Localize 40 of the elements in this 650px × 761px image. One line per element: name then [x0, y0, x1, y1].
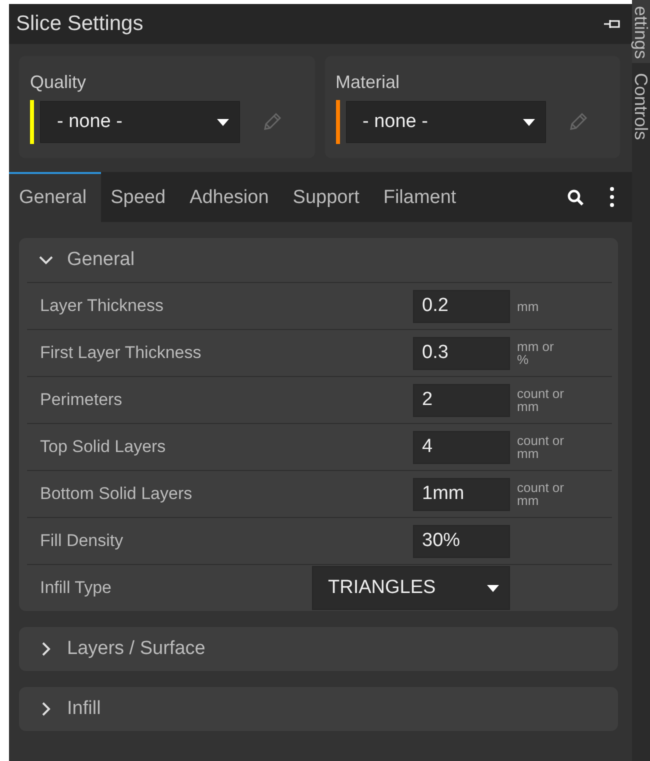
section-header[interactable]: Infill [27, 687, 612, 731]
setting-label: Infill Type [40, 578, 113, 598]
setting-input[interactable]: 2 [413, 384, 510, 416]
more-icon[interactable] [610, 187, 614, 207]
preset-label: Quality [30, 72, 88, 93]
preset-label: Material [336, 72, 401, 93]
caret-icon [487, 584, 499, 592]
setting-label: Top Solid Layers [40, 437, 167, 457]
pin-icon[interactable] [604, 19, 620, 29]
tab[interactable]: Filament [373, 172, 470, 222]
tab[interactable]: Speed [100, 172, 180, 222]
setting-input[interactable]: 30% [413, 524, 510, 558]
unit-label: count or mm [517, 481, 565, 507]
preset-dropdown[interactable]: - none - [40, 101, 240, 143]
setting-label: Bottom Solid Layers [40, 484, 194, 504]
setting-input[interactable]: 0.3 [413, 336, 510, 370]
unit-label: count or mm [517, 387, 565, 413]
preset-dropdown[interactable]: - none - [346, 101, 546, 143]
unit-label: count or mm [517, 434, 565, 460]
tab[interactable]: General [9, 172, 101, 222]
setting-input[interactable]: 1mm [413, 478, 510, 510]
side-tab[interactable]: ettings [632, 0, 650, 64]
side-tab[interactable]: Controls [632, 73, 650, 140]
unit-label: mm or % [517, 340, 555, 366]
setting-label: Perimeters [40, 390, 124, 410]
setting-input[interactable]: 4 [413, 430, 510, 464]
unit-label: mm [517, 300, 540, 312]
tab[interactable]: Adhesion [180, 172, 283, 222]
search-icon[interactable] [567, 188, 584, 206]
caret-icon [217, 118, 229, 126]
caret-icon [522, 118, 534, 126]
setting-label: Fill Density [40, 531, 124, 551]
section-header[interactable]: General [27, 238, 612, 282]
section-header[interactable]: Layers / Surface [27, 627, 612, 671]
setting-label: First Layer Thickness [40, 343, 202, 363]
setting-dropdown[interactable]: TRIANGLES [312, 566, 510, 610]
setting-label: Layer Thickness [40, 296, 164, 316]
panel-title: Slice Settings [16, 12, 144, 36]
setting-input[interactable]: 0.2 [413, 290, 510, 322]
tab[interactable]: Support [282, 172, 374, 222]
